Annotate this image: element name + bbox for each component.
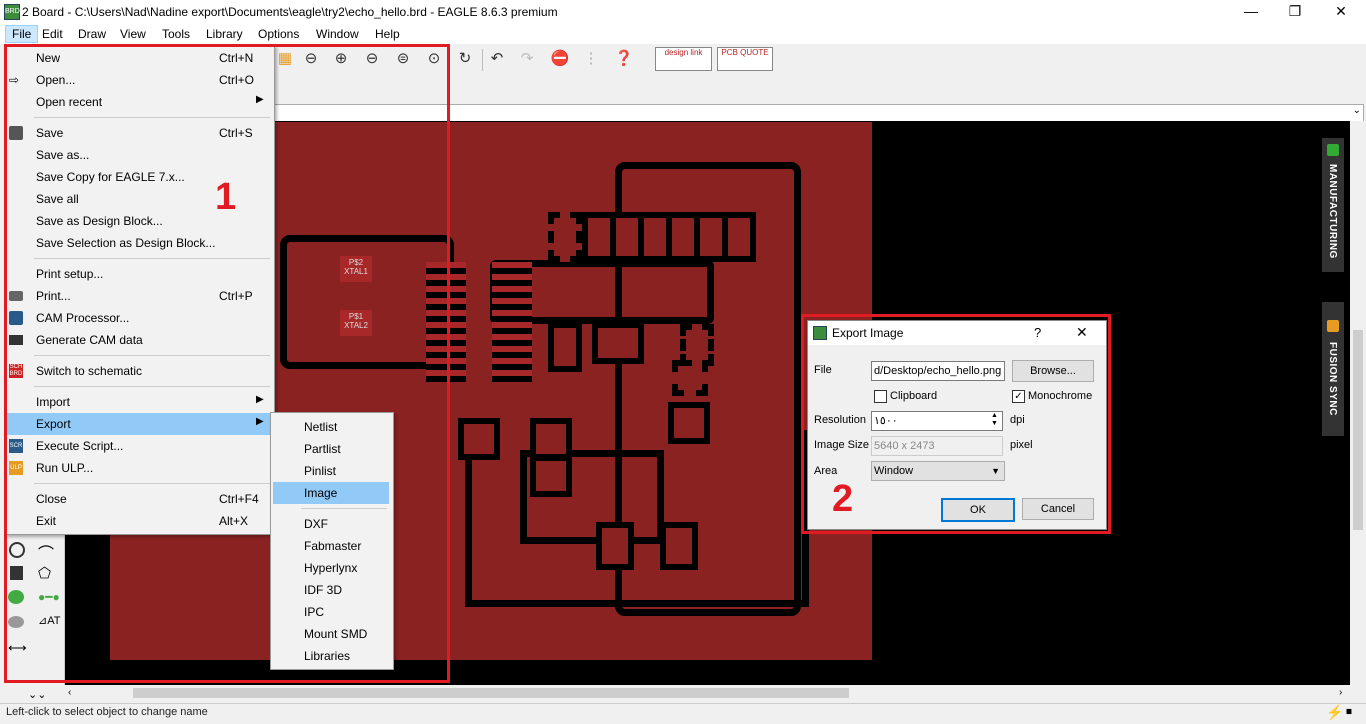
annotation-number-1: 1 — [215, 176, 237, 218]
resolution-spinner[interactable]: ▲ ▼ — [991, 412, 998, 428]
fusion-icon — [1327, 320, 1339, 332]
redraw-icon[interactable]: ↻ — [454, 48, 476, 70]
fusion-sync-panel[interactable]: FUSION SYNC — [1322, 302, 1344, 436]
chevrons-down-icon[interactable]: ⌄⌄ — [28, 688, 46, 701]
browse-button[interactable]: Browse... — [1012, 360, 1094, 382]
lightning-icon: ⚡ — [1326, 704, 1344, 720]
clipboard-checkbox[interactable] — [874, 390, 887, 403]
vertical-scroll-thumb[interactable] — [1353, 330, 1363, 530]
restore-button[interactable]: ❐ — [1272, 0, 1318, 24]
board-pad — [548, 322, 582, 372]
board-pad — [668, 402, 710, 444]
board-pad — [680, 324, 714, 366]
go-icon[interactable]: ⋮ — [580, 48, 602, 70]
board-pad — [458, 418, 500, 460]
board-pad — [592, 322, 644, 364]
board-pad — [660, 522, 698, 570]
clipboard-label: Clipboard — [890, 390, 938, 402]
dialog-app-icon — [813, 326, 827, 340]
area-select-value: Window — [874, 465, 914, 477]
scroll-left-icon[interactable]: ‹ — [68, 687, 71, 698]
undo-icon[interactable]: ↶ — [486, 48, 508, 70]
chevron-down-icon: ▼ — [991, 466, 1000, 476]
board-pad — [530, 455, 572, 497]
board-pad — [530, 418, 572, 460]
resolution-input[interactable]: ١٥٠٠ — [871, 411, 1003, 431]
redo-icon[interactable]: ↷ — [516, 48, 538, 70]
design-link-button[interactable]: design link — [655, 47, 712, 71]
toolbar-separator — [482, 49, 483, 71]
monochrome-label: Monochrome — [1028, 390, 1093, 402]
chevron-down-icon[interactable]: ⌄ — [1353, 105, 1361, 116]
menu-help[interactable]: Help — [369, 26, 406, 42]
manufacturing-panel[interactable]: MANUFACTURING — [1322, 138, 1344, 272]
board-pad — [722, 212, 756, 262]
minimize-button[interactable]: — — [1228, 0, 1274, 24]
dpi-label: dpi — [1010, 414, 1025, 426]
horizontal-scroll-thumb[interactable] — [133, 688, 849, 698]
area-select[interactable]: Window ▼ — [871, 461, 1005, 481]
menu-edit[interactable]: Edit — [36, 26, 69, 42]
annotation-number-2: 2 — [832, 478, 854, 520]
annotation-box-1 — [4, 44, 450, 683]
file-label: File — [814, 364, 832, 376]
ic-pins-right — [492, 262, 532, 382]
eagle-app-icon: BRD — [4, 4, 20, 20]
fusion-sync-label: FUSION SYNC — [1327, 342, 1338, 416]
menu-view[interactable]: View — [114, 26, 152, 42]
image-size-label: Image Size — [814, 439, 870, 451]
resolution-label: Resolution — [814, 414, 866, 426]
pcb-quote-button[interactable]: PCB QUOTE — [717, 47, 773, 71]
status-text: Left-click to select object to change na… — [6, 706, 208, 718]
ok-button[interactable]: OK — [941, 498, 1015, 522]
menu-window[interactable]: Window — [310, 26, 365, 42]
pixel-label: pixel — [1010, 439, 1033, 451]
dialog-title-bar: Export Image ? ✕ — [808, 321, 1106, 345]
menu-options[interactable]: Options — [252, 26, 305, 42]
cancel-button[interactable]: Cancel — [1022, 498, 1094, 520]
board-pad — [596, 522, 634, 570]
menu-file[interactable]: File — [5, 25, 39, 43]
image-size-value: 5640 x 2473 — [871, 436, 1003, 456]
menu-library[interactable]: Library — [200, 26, 249, 42]
board-pad — [548, 212, 582, 262]
stop-icon[interactable]: ⛔ — [549, 48, 571, 70]
file-path-input[interactable]: d/Desktop/echo_hello.png — [871, 361, 1005, 381]
title-bar: BRD 2 Board - C:\Users\Nad\Nadine export… — [0, 0, 1366, 24]
help-icon[interactable]: ❓ — [613, 48, 635, 70]
dialog-close-button[interactable]: ✕ — [1076, 324, 1088, 341]
dialog-title: Export Image — [832, 326, 904, 340]
menu-draw[interactable]: Draw — [72, 26, 112, 42]
dialog-help-button[interactable]: ? — [1034, 325, 1041, 340]
menu-bar: File Edit Draw View Tools Library Option… — [0, 24, 1366, 44]
window-title: 2 Board - C:\Users\Nad\Nadine export\Doc… — [22, 5, 558, 19]
area-label: Area — [814, 465, 838, 477]
menu-tools[interactable]: Tools — [156, 26, 196, 42]
manufacturing-label: MANUFACTURING — [1327, 164, 1338, 259]
scroll-right-icon[interactable]: › — [1339, 687, 1342, 698]
stop-status-icon[interactable]: ⏹ — [1346, 704, 1352, 719]
close-window-button[interactable]: ✕ — [1318, 0, 1364, 24]
monochrome-checkbox[interactable]: ✓ — [1012, 390, 1025, 403]
manufacturing-icon — [1327, 144, 1339, 156]
